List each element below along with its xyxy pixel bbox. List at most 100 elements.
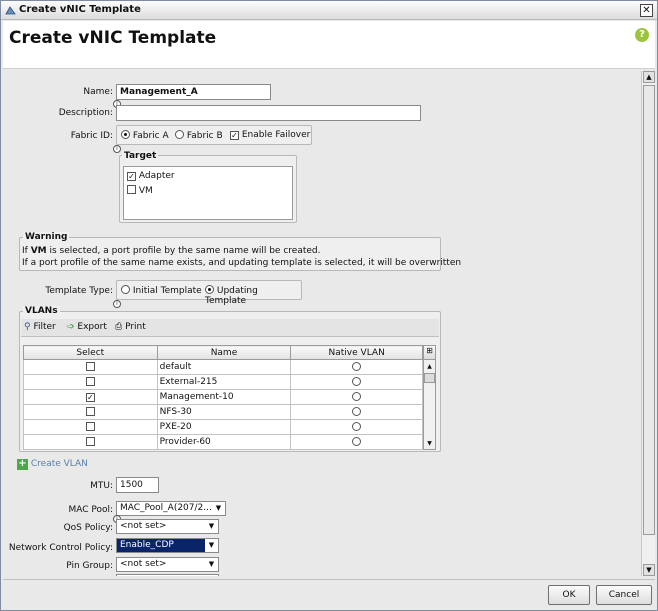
row-select-cell[interactable]: ✓ (23, 389, 158, 405)
add-icon: + (17, 458, 28, 470)
mtu-label: MTU: (90, 481, 113, 491)
row-name: PXE-20 (156, 419, 292, 435)
row-select-cell[interactable] (23, 404, 158, 420)
fabric-a-option[interactable]: Fabric A (121, 130, 169, 141)
target-vm-item[interactable]: VM (127, 185, 153, 196)
mtu-input[interactable]: 1500 (116, 477, 159, 493)
initial-template-option[interactable]: Initial Template (121, 285, 202, 296)
row-select-cell[interactable] (23, 434, 158, 450)
pin-group-label: Pin Group: (66, 561, 113, 571)
row-name: NFS-30 (156, 404, 292, 420)
scroll-up-arrow[interactable]: ▲ (643, 71, 655, 83)
table-row[interactable]: ✓ Management-10 (23, 389, 423, 405)
row-name: Management-10 (156, 389, 292, 405)
target-title: Target (122, 151, 159, 161)
dialog-footer: OK Cancel (3, 579, 655, 610)
scroll-down-arrow[interactable]: ▼ (424, 438, 435, 449)
native-vlan-radio[interactable] (352, 421, 362, 431)
column-header-select[interactable]: Select (23, 345, 158, 360)
network-control-policy-select[interactable]: Enable_CDP ▼ (116, 538, 219, 553)
print-button[interactable]: ⎙ Print (115, 322, 146, 332)
column-header-native-vlan[interactable]: Native VLAN (290, 345, 423, 360)
row-select-cell[interactable] (23, 359, 158, 375)
row-native-cell[interactable] (290, 389, 423, 405)
warning-box: If VM is selected, a port profile by the… (19, 237, 461, 271)
qos-policy-label: QoS Policy: (63, 523, 113, 533)
row-select-checkbox[interactable] (85, 406, 95, 416)
close-button[interactable]: ✕ (640, 4, 653, 17)
column-header-name[interactable]: Name (156, 345, 292, 360)
table-row[interactable]: Provider-60 (23, 434, 423, 450)
help-icon[interactable]: ? (635, 28, 649, 42)
chevron-down-icon[interactable]: ▼ (205, 520, 218, 533)
create-vlan-button[interactable]: + Create VLAN (17, 459, 88, 470)
ok-button[interactable]: OK (548, 585, 590, 605)
filter-icon: ⚲ (24, 322, 31, 332)
row-native-cell[interactable] (290, 434, 423, 450)
table-scroll-thumb[interactable] (424, 373, 435, 383)
enable-failover-checkbox[interactable]: ✓ (230, 131, 239, 140)
export-button[interactable]: ➩ Export (67, 322, 107, 332)
template-type-label: Template Type: (45, 286, 113, 296)
fabric-b-option[interactable]: Fabric B (175, 130, 223, 141)
next-select-partial[interactable] (116, 574, 219, 576)
qos-policy-select[interactable]: <not set> ▼ (116, 519, 219, 534)
row-select-checkbox[interactable] (85, 361, 95, 371)
scroll-up-arrow[interactable]: ▲ (424, 361, 435, 372)
mac-pool-select[interactable]: MAC_Pool_A(207/2... ▼ (116, 501, 226, 516)
row-select-checkbox[interactable] (85, 376, 95, 386)
native-vlan-radio[interactable] (352, 361, 362, 371)
main-scrollbar[interactable]: ▲ ▼ (641, 71, 655, 576)
updating-template-radio[interactable] (205, 285, 214, 294)
scroll-down-arrow[interactable]: ▼ (643, 564, 655, 576)
fabric-info-icon: i (113, 145, 121, 153)
row-native-cell[interactable] (290, 404, 423, 420)
native-vlan-radio[interactable] (352, 436, 362, 446)
native-vlan-radio[interactable] (352, 406, 362, 416)
fabric-a-radio[interactable] (121, 130, 130, 139)
chevron-down-icon[interactable]: ▼ (205, 558, 218, 571)
row-select-checkbox[interactable] (85, 436, 95, 446)
initial-template-radio[interactable] (121, 285, 130, 294)
warning-line-2: If a port profile of the same name exist… (22, 258, 462, 268)
chevron-down-icon[interactable]: ▼ (205, 539, 218, 552)
target-adapter-checkbox[interactable]: ✓ (127, 172, 136, 181)
warning-line-1-suffix: is selected, a port profile by the same … (46, 246, 321, 256)
filter-button[interactable]: ⚲ Filter (24, 322, 56, 332)
vlans-table-scrollbar[interactable]: ⊞ ▲ ▼ (423, 345, 436, 450)
target-adapter-item[interactable]: ✓ Adapter (127, 171, 175, 181)
cancel-button[interactable]: Cancel (596, 585, 652, 605)
row-select-checkbox[interactable] (85, 421, 95, 431)
chevron-down-icon[interactable]: ▼ (212, 502, 225, 515)
updating-template-option[interactable]: Updating Template (205, 285, 301, 306)
description-input[interactable] (116, 105, 421, 121)
main-scroll-thumb[interactable] (643, 85, 655, 535)
enable-failover-option[interactable]: ✓ Enable Failover (230, 130, 310, 140)
name-label: Name: (83, 87, 113, 97)
form-content[interactable]: Name: Management_A i Description: Fabric… (3, 71, 641, 576)
row-select-checkbox[interactable]: ✓ (85, 393, 95, 402)
filter-label: Filter (33, 322, 56, 332)
table-row[interactable]: PXE-20 (23, 419, 423, 435)
fabric-b-radio[interactable] (175, 130, 184, 139)
table-row[interactable]: External-215 (23, 374, 423, 390)
enable-failover-label: Enable Failover (241, 130, 311, 140)
table-row[interactable]: default (23, 359, 423, 375)
table-row[interactable]: NFS-30 (23, 404, 423, 420)
pin-group-value: <not set> (120, 559, 167, 569)
native-vlan-radio[interactable] (352, 376, 362, 386)
native-vlan-radio[interactable] (352, 391, 362, 401)
print-icon: ⎙ (115, 322, 123, 332)
row-select-cell[interactable] (23, 419, 158, 435)
pin-group-select[interactable]: <not set> ▼ (116, 557, 219, 572)
row-native-cell[interactable] (290, 359, 423, 375)
column-chooser-icon[interactable]: ⊞ (424, 346, 435, 360)
row-native-cell[interactable] (290, 419, 423, 435)
target-vm-checkbox[interactable] (127, 185, 136, 194)
row-select-cell[interactable] (23, 374, 158, 390)
name-input[interactable]: Management_A (116, 84, 271, 100)
title-bar[interactable]: Create vNIC Template ✕ (1, 1, 657, 20)
fabric-b-label: Fabric B (186, 131, 223, 141)
dialog-header: Create vNIC Template ? (3, 21, 655, 69)
row-native-cell[interactable] (290, 374, 423, 390)
